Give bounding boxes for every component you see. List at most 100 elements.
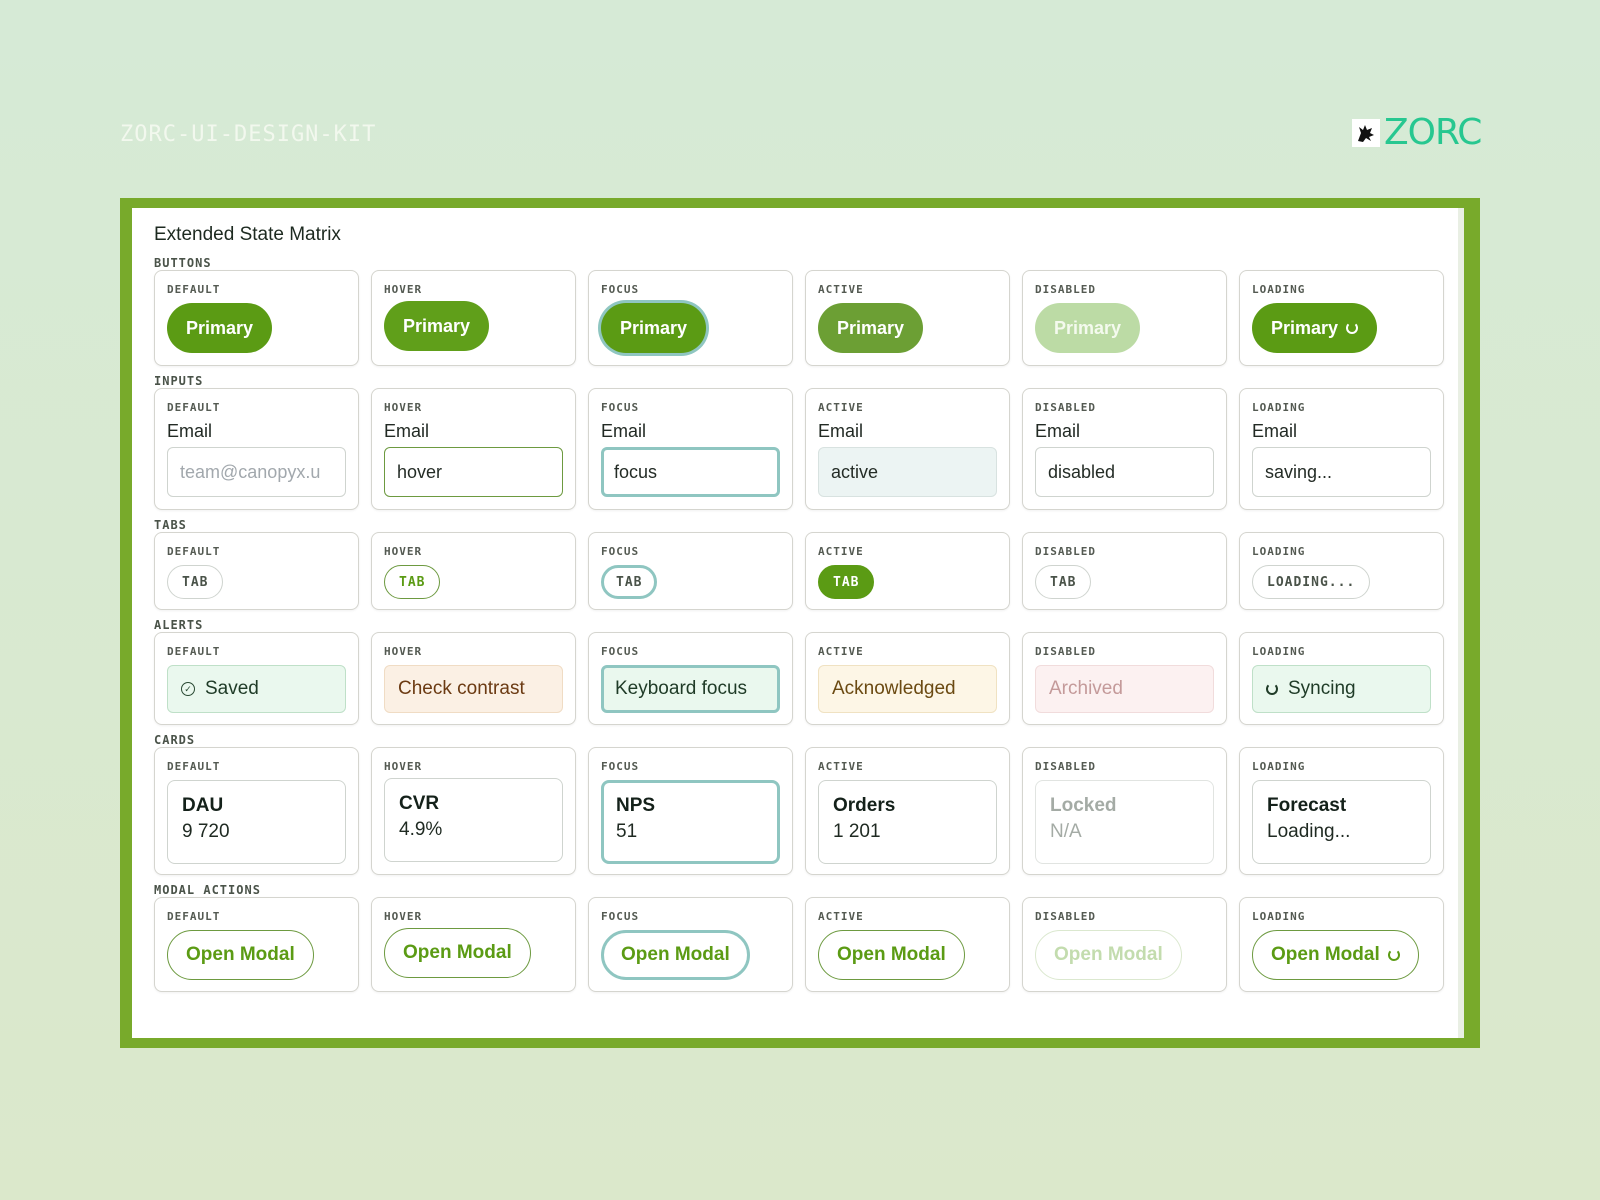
email-input-focus[interactable]: focus <box>601 447 780 497</box>
button-cell-disabled: DISABLED Primary <box>1022 270 1227 366</box>
open-modal-button-loading[interactable]: Open Modal <box>1252 930 1419 980</box>
metric-card-disabled[interactable]: Locked N/A <box>1035 780 1214 864</box>
alert-cell-hover: HOVER Check contrast <box>371 632 576 725</box>
panel-title: Extended State Matrix <box>154 224 341 245</box>
modal-cell-disabled: DISABLED Open Modal <box>1022 897 1227 992</box>
tabs-row: DEFAULT TAB HOVER TAB FOCUS TAB ACTIVE T… <box>154 532 1444 610</box>
email-label: Email <box>1035 421 1081 441</box>
alerts-row: DEFAULT ✓ Saved HOVER Check contrast FOC… <box>154 632 1444 725</box>
button-label: Open Modal <box>403 942 512 963</box>
card-value: 9 720 <box>182 821 230 842</box>
state-label: LOADING <box>1252 401 1306 414</box>
state-label: LOADING <box>1252 545 1306 558</box>
card-cell-active: ACTIVE Orders 1 201 <box>805 747 1010 875</box>
button-cell-default: DEFAULT Primary <box>154 270 359 366</box>
button-label: Primary <box>837 317 905 338</box>
state-label: DISABLED <box>1035 645 1096 658</box>
open-modal-button-active[interactable]: Open Modal <box>818 930 965 980</box>
state-label: ACTIVE <box>818 910 864 923</box>
modal-cell-loading: LOADING Open Modal <box>1239 897 1444 992</box>
email-label: Email <box>167 421 213 441</box>
modal-actions-row: DEFAULT Open Modal HOVER Open Modal FOCU… <box>154 897 1444 992</box>
button-label: Primary <box>1271 317 1339 338</box>
card-cell-disabled: DISABLED Locked N/A <box>1022 747 1227 875</box>
alert-text: Check contrast <box>398 678 525 699</box>
button-label: Open Modal <box>621 944 730 965</box>
wolf-logo-icon <box>1352 118 1380 147</box>
kit-title: ZORC-UI-DESIGN-KIT <box>120 122 377 147</box>
alert-cell-disabled: DISABLED Archived <box>1022 632 1227 725</box>
state-label: HOVER <box>384 401 423 414</box>
email-input-loading[interactable]: saving... <box>1252 447 1431 497</box>
panel-frame: Extended State Matrix BUTTONS DEFAULT Pr… <box>120 198 1480 1048</box>
tab-hover[interactable]: TAB <box>384 565 441 599</box>
tab-cell-hover: HOVER TAB <box>371 532 576 610</box>
modal-cell-hover: HOVER Open Modal <box>371 897 576 992</box>
alert-hover: Check contrast <box>384 665 563 713</box>
email-input-hover[interactable]: hover <box>384 447 563 497</box>
card-cell-default: DEFAULT DAU 9 720 <box>154 747 359 875</box>
brand-name: ZORC <box>1384 112 1482 153</box>
metric-card-loading[interactable]: Forecast Loading... <box>1252 780 1431 864</box>
email-input-active[interactable]: active <box>818 447 997 497</box>
alert-cell-active: ACTIVE Acknowledged <box>805 632 1010 725</box>
state-label: DEFAULT <box>167 645 221 658</box>
metric-card-active[interactable]: Orders 1 201 <box>818 780 997 864</box>
open-modal-button-default[interactable]: Open Modal <box>167 930 314 980</box>
primary-button-disabled[interactable]: Primary <box>1035 303 1141 353</box>
modal-cell-focus: FOCUS Open Modal <box>588 897 793 992</box>
state-label: FOCUS <box>601 910 640 923</box>
open-modal-button-focus[interactable]: Open Modal <box>601 930 750 980</box>
primary-button-hover[interactable]: Primary <box>384 301 490 351</box>
modal-cell-active: ACTIVE Open Modal <box>805 897 1010 992</box>
button-label: Primary <box>620 317 688 338</box>
state-matrix-panel: Extended State Matrix BUTTONS DEFAULT Pr… <box>132 208 1464 1038</box>
open-modal-button-disabled[interactable]: Open Modal <box>1035 930 1182 980</box>
section-label-modal-actions: MODAL ACTIONS <box>154 883 261 897</box>
tab-cell-focus: FOCUS TAB <box>588 532 793 610</box>
input-cell-hover: HOVER Email hover <box>371 388 576 510</box>
primary-button-focus[interactable]: Primary <box>601 303 707 353</box>
spinner-icon <box>1266 683 1278 695</box>
state-label: ACTIVE <box>818 401 864 414</box>
tab-disabled[interactable]: TAB <box>1035 565 1092 599</box>
tab-cell-loading: LOADING LOADING... <box>1239 532 1444 610</box>
button-label: Primary <box>403 315 471 336</box>
tab-loading[interactable]: LOADING... <box>1252 565 1371 599</box>
primary-button-loading[interactable]: Primary <box>1252 303 1378 353</box>
state-label: LOADING <box>1252 910 1306 923</box>
metric-card-focus[interactable]: NPS 51 <box>601 780 780 864</box>
metric-card-default[interactable]: DAU 9 720 <box>167 780 346 864</box>
tab-active[interactable]: TAB <box>818 565 875 599</box>
state-label: HOVER <box>384 760 423 773</box>
email-label: Email <box>1252 421 1298 441</box>
card-title: Orders <box>833 795 896 816</box>
alert-cell-default: DEFAULT ✓ Saved <box>154 632 359 725</box>
state-label: HOVER <box>384 645 423 658</box>
tab-default[interactable]: TAB <box>167 565 224 599</box>
alert-text: Acknowledged <box>832 678 956 699</box>
state-label: FOCUS <box>601 283 640 296</box>
primary-button-active[interactable]: Primary <box>818 303 924 353</box>
state-label: LOADING <box>1252 283 1306 296</box>
check-circle-icon: ✓ <box>181 682 195 696</box>
button-label: Open Modal <box>1054 944 1163 965</box>
section-label-cards: CARDS <box>154 733 196 747</box>
primary-button-default[interactable]: Primary <box>167 303 273 353</box>
card-title: DAU <box>182 795 224 816</box>
inputs-row: DEFAULT Email team@canopyx.u HOVER Email… <box>154 388 1444 510</box>
state-label: DEFAULT <box>167 760 221 773</box>
state-label: DISABLED <box>1035 283 1096 296</box>
card-title: NPS <box>616 795 656 816</box>
alert-text: Syncing <box>1288 678 1356 699</box>
open-modal-button-hover[interactable]: Open Modal <box>384 928 531 978</box>
metric-card-hover[interactable]: CVR 4.9% <box>384 778 563 862</box>
email-input-default[interactable]: team@canopyx.u <box>167 447 346 497</box>
tab-focus[interactable]: TAB <box>601 565 658 599</box>
spinner-icon <box>1387 949 1400 961</box>
button-cell-loading: LOADING Primary <box>1239 270 1444 366</box>
card-cell-hover: HOVER CVR 4.9% <box>371 747 576 875</box>
alert-loading: Syncing <box>1252 665 1431 713</box>
email-input-disabled[interactable]: disabled <box>1035 447 1214 497</box>
section-label-buttons: BUTTONS <box>154 256 212 270</box>
